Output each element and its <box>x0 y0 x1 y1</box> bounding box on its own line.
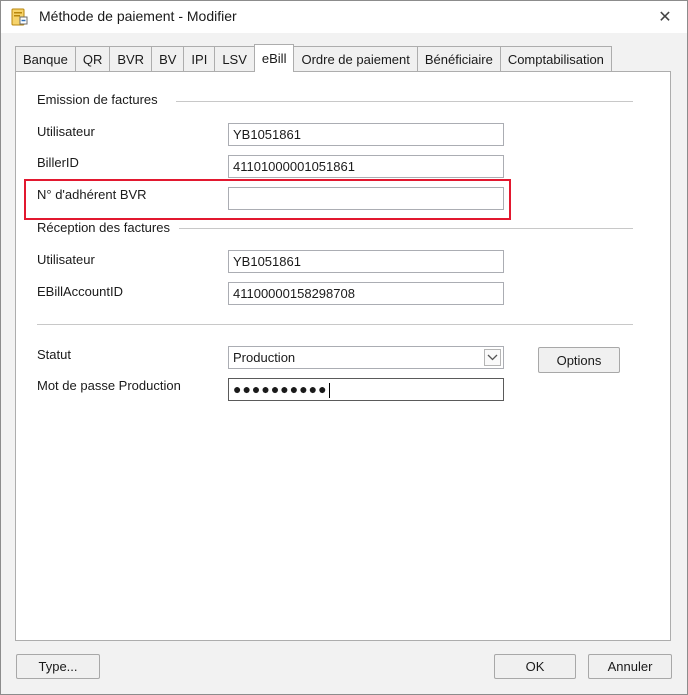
reception-separator <box>179 228 633 229</box>
emission-utilisateur-field[interactable]: YB1051861 <box>228 123 504 146</box>
tab-strip: Banque QR BVR BV IPI LSV eBill Ordre de … <box>15 44 612 72</box>
window-title: Méthode de paiement - Modifier <box>39 8 237 24</box>
ebill-tab-panel: Emission de factures Utilisateur YB10518… <box>15 71 671 641</box>
billerid-field[interactable]: 41101000001051861 <box>228 155 504 178</box>
ok-button[interactable]: OK <box>494 654 576 679</box>
emission-utilisateur-label: Utilisateur <box>37 124 95 139</box>
text-caret <box>328 383 330 398</box>
statut-select[interactable]: Production <box>228 346 504 369</box>
reception-group-label: Réception des factures <box>37 220 170 235</box>
emission-group-label: Emission de factures <box>37 92 158 107</box>
tab-ebill[interactable]: eBill <box>253 44 295 72</box>
tab-qr[interactable]: QR <box>74 46 111 71</box>
tab-ordre-de-paiement[interactable]: Ordre de paiement <box>293 46 418 71</box>
password-mask: ●●●●●●●●●● <box>233 381 328 397</box>
cancel-button-label: Annuler <box>607 659 653 674</box>
tab-ipi[interactable]: IPI <box>183 46 216 71</box>
tab-bv[interactable]: BV <box>151 46 185 71</box>
password-label: Mot de passe Production <box>37 378 181 393</box>
adherent-bvr-label: N° d'adhérent BVR <box>37 187 147 202</box>
statut-selected-value: Production <box>233 350 296 365</box>
close-button[interactable]: ✕ <box>651 5 679 29</box>
statut-label: Statut <box>37 347 71 362</box>
dialog-window: Méthode de paiement - Modifier ✕ Banque … <box>0 0 688 695</box>
options-button[interactable]: Options <box>538 347 620 373</box>
reception-utilisateur-label: Utilisateur <box>37 252 95 267</box>
cancel-button[interactable]: Annuler <box>588 654 672 679</box>
tab-bvr[interactable]: BVR <box>109 46 153 71</box>
type-button[interactable]: Type... <box>16 654 100 679</box>
billerid-label: BillerID <box>37 155 79 170</box>
type-button-label: Type... <box>38 659 78 674</box>
ebillaccountid-label: EBillAccountID <box>37 284 123 299</box>
ok-button-label: OK <box>525 659 545 674</box>
password-field[interactable]: ●●●●●●●●●● <box>228 378 504 401</box>
tab-comptabilisation[interactable]: Comptabilisation <box>499 46 612 71</box>
tab-beneficiaire[interactable]: Bénéficiaire <box>416 46 501 71</box>
status-separator <box>37 324 633 325</box>
adherent-bvr-field[interactable] <box>228 187 504 210</box>
payment-method-app-icon <box>11 8 28 26</box>
tab-banque[interactable]: Banque <box>15 46 76 71</box>
tab-lsv[interactable]: LSV <box>214 46 255 71</box>
close-icon: ✕ <box>658 9 672 26</box>
title-bar: Méthode de paiement - Modifier ✕ <box>1 1 687 33</box>
ebillaccountid-field[interactable]: 41100000158298708 <box>228 282 504 305</box>
chevron-down-icon[interactable] <box>484 349 501 366</box>
reception-utilisateur-field[interactable]: YB1051861 <box>228 250 504 273</box>
options-button-label: Options <box>556 352 602 368</box>
emission-separator <box>176 101 633 102</box>
